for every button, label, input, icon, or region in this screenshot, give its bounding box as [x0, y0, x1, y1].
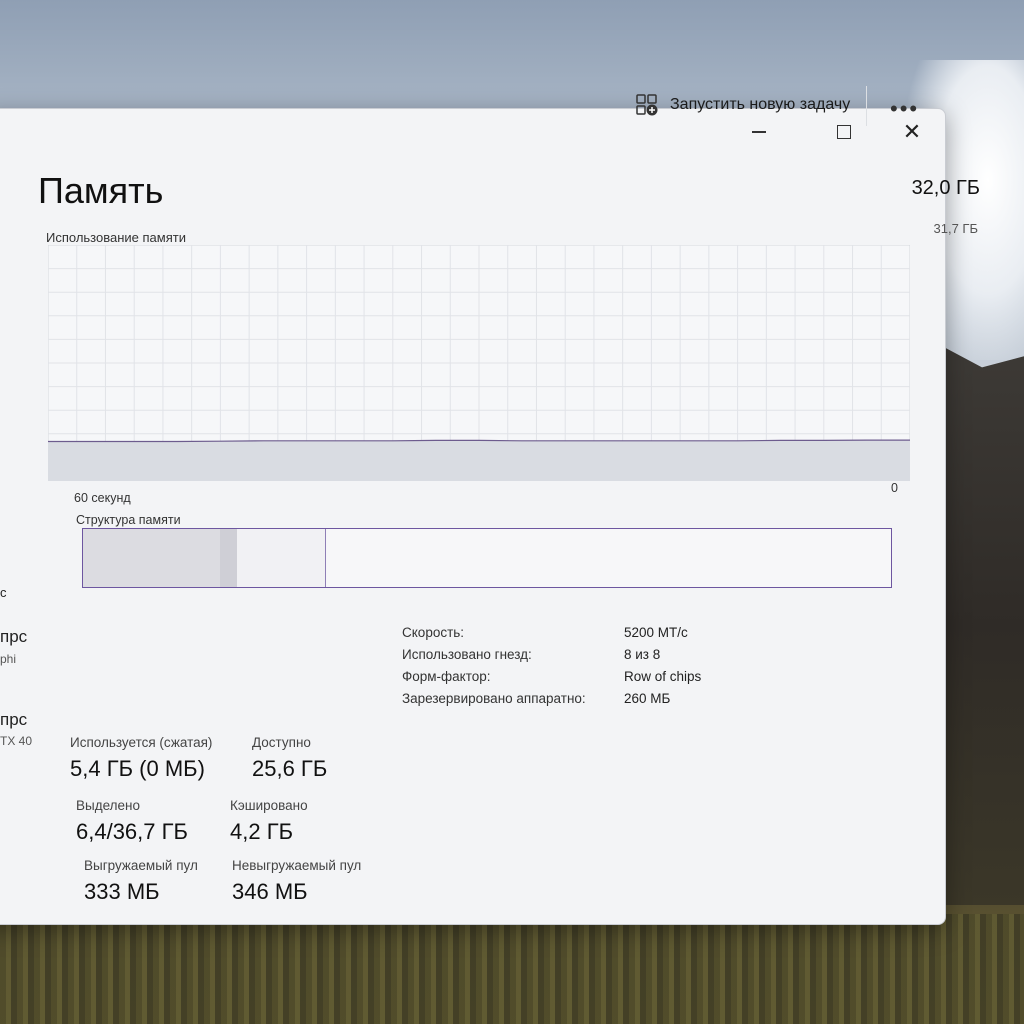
- stat-nonpaged-pool: Невыгружаемый пул 346 МБ: [232, 858, 361, 905]
- sidebar-fragment[interactable]: прс: [0, 627, 27, 647]
- memory-usage-graph: [48, 245, 910, 481]
- stat-committed: Выделено 6,4/36,7 ГБ: [76, 798, 188, 845]
- toolbar-separator: [866, 86, 867, 126]
- in-use-segment: [83, 529, 222, 587]
- graph-axis-end: 0: [891, 481, 898, 495]
- usage-graph-max: 31,7 ГБ: [933, 221, 978, 236]
- usage-graph-label: Использование памяти: [46, 230, 186, 245]
- modified-segment: [220, 529, 238, 587]
- info-row: Форм-фактор: Row of chips: [402, 669, 701, 691]
- minimize-button[interactable]: [741, 117, 777, 147]
- background-ground: [0, 914, 1024, 1024]
- stat-label: Кэшировано: [230, 798, 308, 813]
- structure-label: Структура памяти: [76, 513, 181, 527]
- sidebar-fragment[interactable]: прс: [0, 710, 27, 730]
- stat-label: Используется (сжатая): [70, 735, 213, 750]
- more-options-button[interactable]: •••: [890, 96, 919, 122]
- stat-value: 4,2 ГБ: [230, 819, 294, 844]
- info-key: Форм-фактор:: [402, 669, 491, 684]
- close-icon: ✕: [902, 119, 922, 144]
- stat-value: 6,4/36,7 ГБ: [76, 819, 188, 844]
- page-title: Память: [38, 170, 164, 211]
- standby-segment: [236, 529, 327, 587]
- info-key: Скорость:: [402, 625, 465, 640]
- info-value: 5200 МТ/с: [624, 625, 688, 640]
- stat-available: Доступно 25,6 ГБ: [252, 735, 327, 782]
- sidebar-fragment: phi: [0, 652, 17, 666]
- maximize-button[interactable]: [826, 117, 862, 147]
- info-value: 8 из 8: [624, 647, 661, 662]
- stat-paged-pool: Выгружаемый пул 333 МБ: [84, 858, 198, 905]
- new-task-icon: [636, 94, 658, 116]
- sidebar-fragment: TX 40: [0, 734, 33, 748]
- usage-area: [48, 440, 910, 481]
- sidebar-fragment[interactable]: с: [0, 585, 7, 600]
- stat-label: Доступно: [252, 735, 311, 750]
- info-row: Использовано гнезд: 8 из 8: [402, 647, 701, 669]
- memory-composition-bar: [82, 528, 892, 588]
- stat-in-use: Используется (сжатая) 5,4 ГБ (0 МБ): [70, 735, 212, 782]
- stat-value: 346 МБ: [232, 879, 308, 904]
- info-key: Зарезервировано аппаратно:: [402, 691, 586, 706]
- stat-value: 25,6 ГБ: [252, 756, 328, 781]
- memory-info-table: Скорость: 5200 МТ/с Использовано гнезд: 8 …: [402, 625, 701, 713]
- info-row: Зарезервировано аппаратно: 260 МБ: [402, 691, 701, 713]
- info-key: Использовано гнезд:: [402, 647, 532, 662]
- graph-axis-start: 60 секунд: [74, 491, 131, 505]
- maximize-icon: [837, 125, 851, 139]
- stat-label: Невыгружаемый пул: [232, 858, 362, 873]
- stat-value: 333 МБ: [84, 879, 160, 904]
- info-value: 260 МБ: [624, 691, 671, 706]
- info-row: Скорость: 5200 МТ/с: [402, 625, 701, 647]
- stat-cached: Кэшировано 4,2 ГБ: [230, 798, 308, 845]
- total-memory: 32,0 ГБ: [911, 177, 980, 199]
- info-value: Row of chips: [624, 669, 702, 684]
- stat-label: Выделено: [76, 798, 140, 813]
- minimize-icon: [752, 131, 766, 133]
- new-task-button[interactable]: Запустить новую задачу: [636, 94, 850, 116]
- stat-label: Выгружаемый пул: [84, 858, 198, 873]
- new-task-label: Запустить новую задачу: [670, 96, 851, 113]
- stat-value: 5,4 ГБ (0 МБ): [70, 756, 205, 781]
